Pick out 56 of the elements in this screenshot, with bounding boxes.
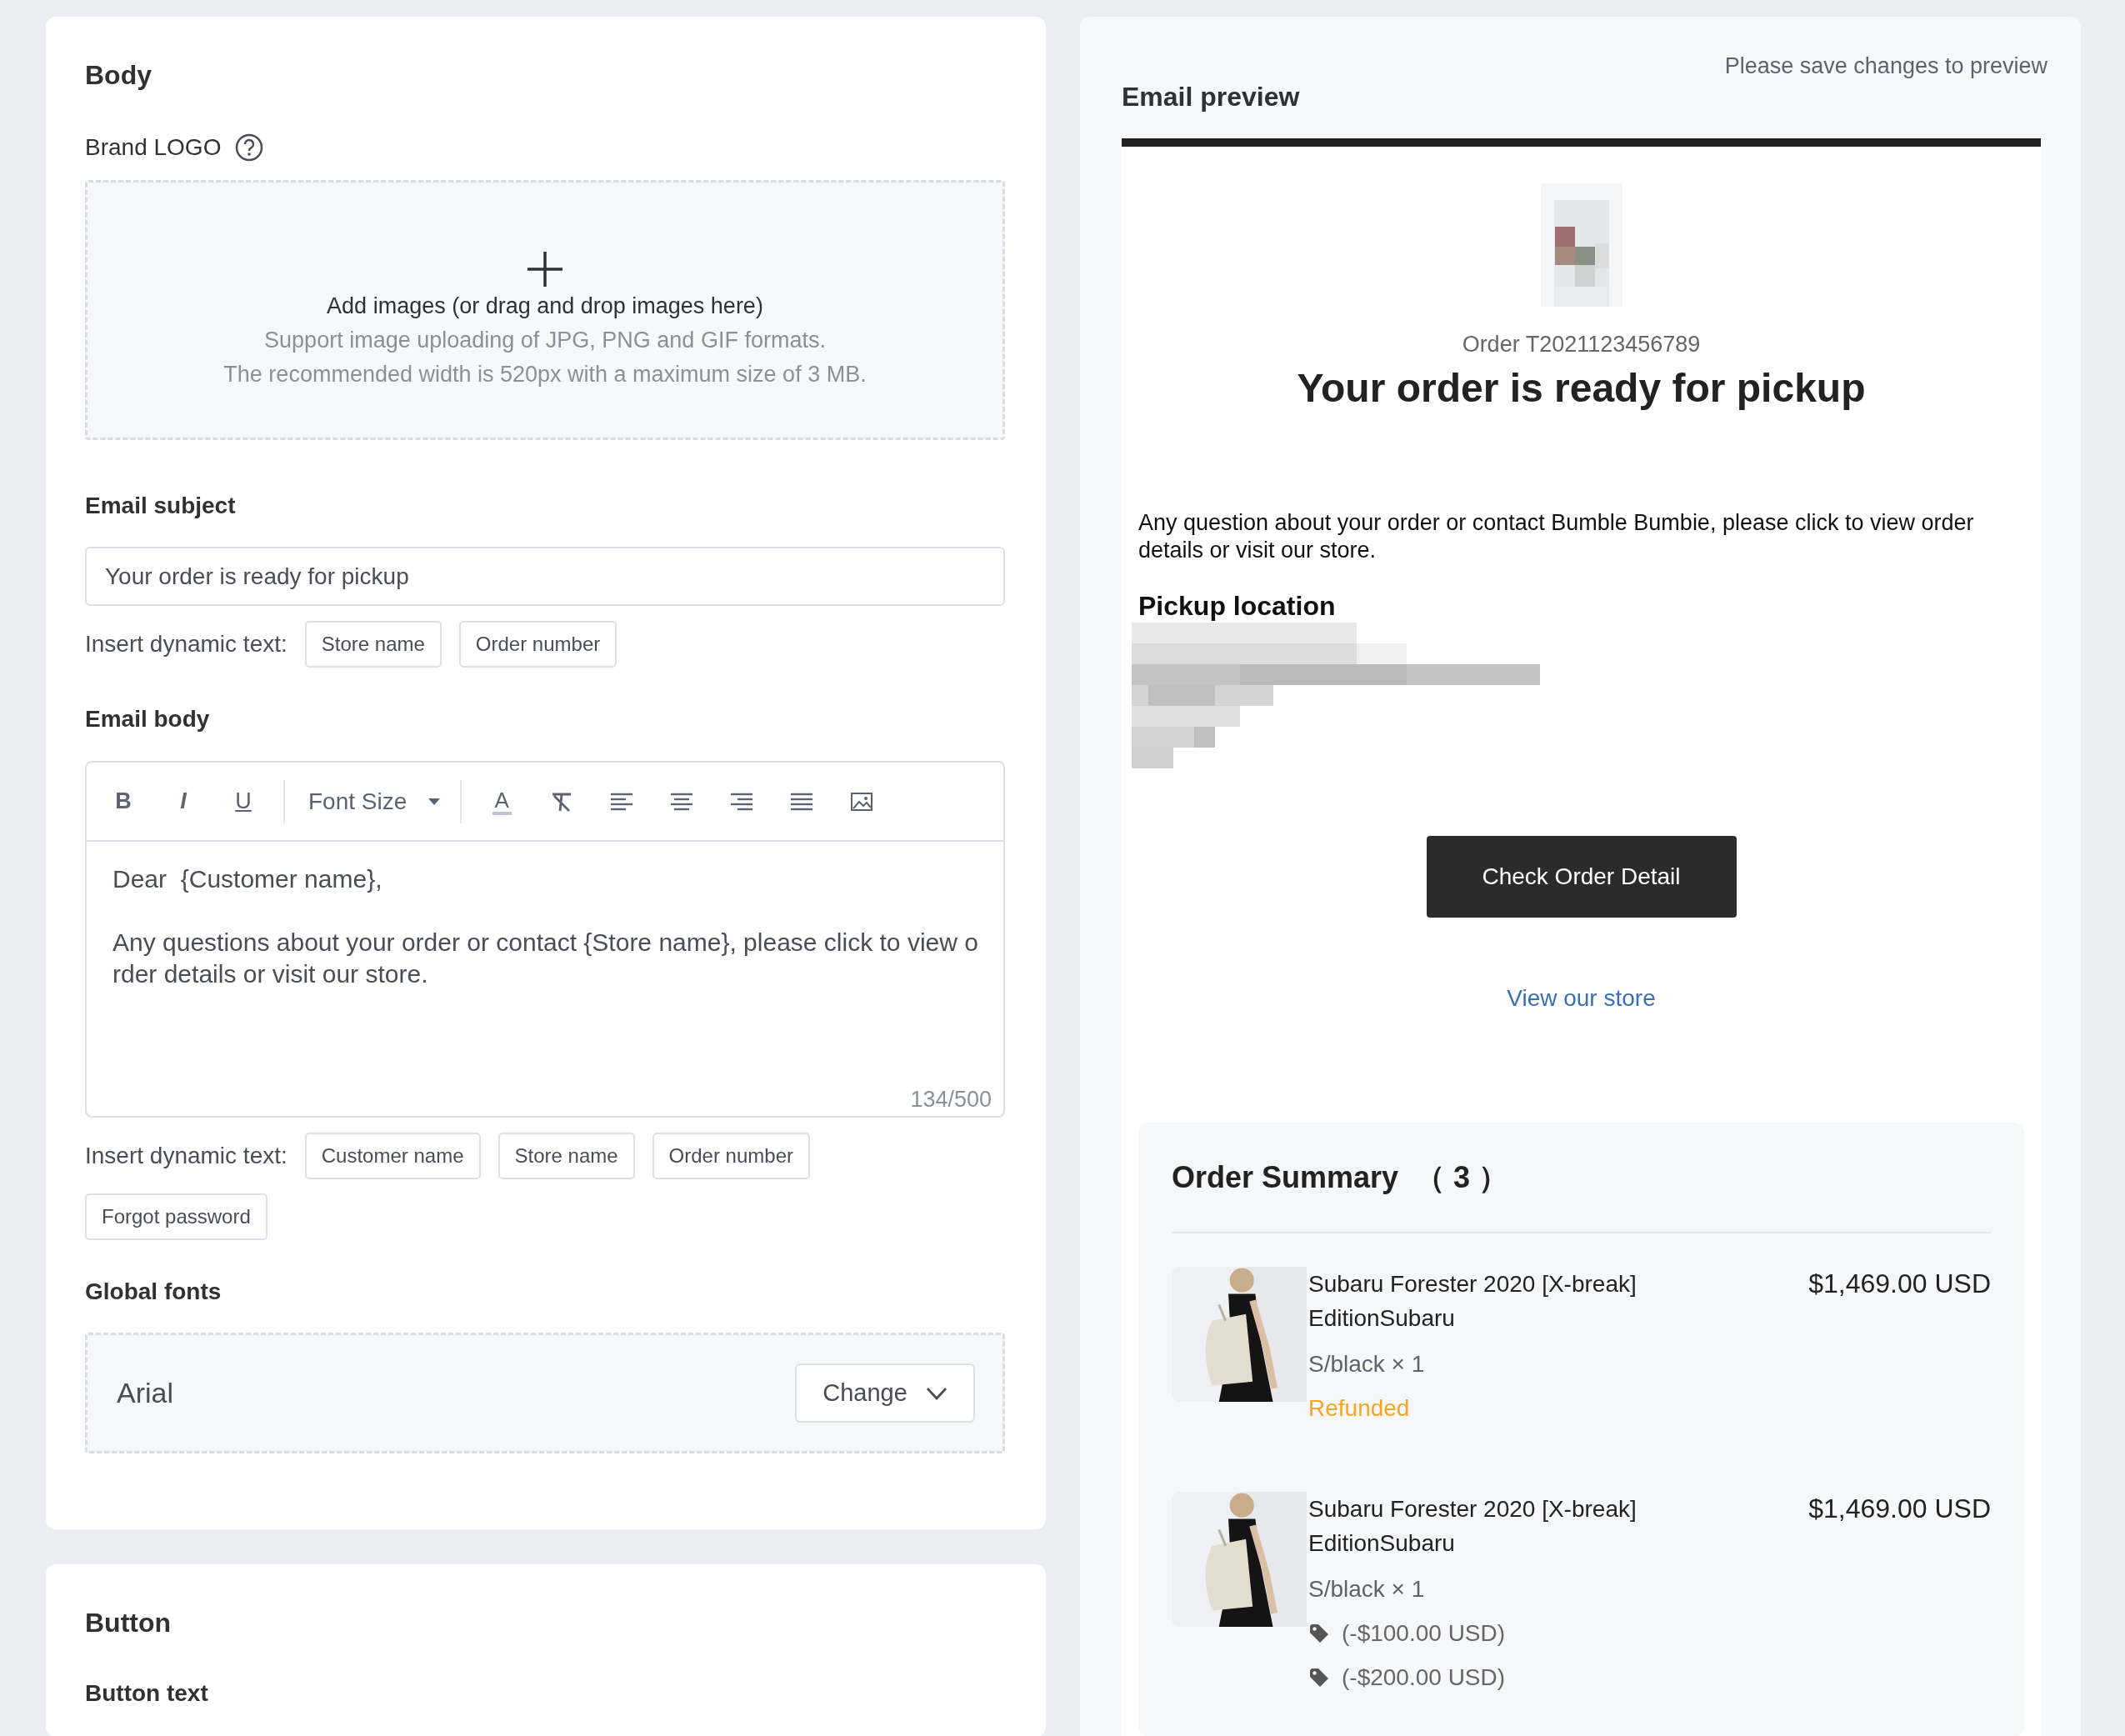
help-icon[interactable] bbox=[234, 133, 265, 163]
section-title: Body bbox=[85, 59, 152, 92]
dynamic-text-button[interactable]: Store name bbox=[304, 621, 442, 668]
dynamic-text-button[interactable]: Order number bbox=[652, 1133, 810, 1179]
rich-text-editor[interactable]: B I U Font Size A Dear {Customer name}, Any questions about your order or contact {Store name}, please click to view order details or visit our store. 134/500 bbox=[85, 761, 1005, 1118]
image-upload-area[interactable]: Add images (or drag and drop images here) Support image uploading of JPG, PNG and GIF formats. The recommended width is 520px with a maximum size of 3 MB. bbox=[85, 180, 1005, 440]
summary-title: Order Summary bbox=[1172, 1159, 1399, 1196]
order-number: Order T2021123456789 bbox=[1462, 331, 1701, 358]
font-size-dropdown[interactable]: Font Size bbox=[295, 780, 451, 823]
field-label: Email subject bbox=[85, 492, 237, 520]
body-text: Any questions about your order or contact {Store name}, please click to view order details or visit our store. bbox=[112, 928, 979, 989]
field-label: Brand LOGO bbox=[85, 133, 222, 162]
upload-hint: Support image uploading of JPG, PNG and GIF formats. bbox=[264, 326, 826, 354]
underline-button[interactable]: U bbox=[213, 780, 273, 823]
dynamic-text-button[interactable]: Forgot password bbox=[85, 1193, 268, 1240]
italic-button[interactable]: I bbox=[153, 780, 213, 823]
font-name: Arial bbox=[117, 1377, 174, 1409]
product-price: $1,469.00 USD bbox=[1808, 1268, 1991, 1300]
dynamic-text-button[interactable]: Store name bbox=[498, 1133, 635, 1179]
product-variant: S/black × 1 bbox=[1308, 1575, 1426, 1603]
image-icon[interactable] bbox=[849, 790, 875, 813]
email-message: Any question about your order or contact Bumble Bumbie, please click to view order details or visit our store. bbox=[1138, 509, 1975, 564]
caret-icon bbox=[428, 798, 441, 805]
change-button[interactable]: Change bbox=[795, 1363, 975, 1423]
discount-amount: (-$100.00 USD) bbox=[1342, 1619, 1506, 1648]
subject-input[interactable]: Your order is ready for pickup bbox=[85, 547, 1005, 606]
upload-prompt: Add images (or drag and drop images here) bbox=[327, 292, 763, 320]
pickup-title: Pickup location bbox=[1138, 590, 1337, 623]
field-label: Button text bbox=[85, 1679, 209, 1708]
insert-label: Insert dynamic text: bbox=[85, 1142, 288, 1170]
product-variant: S/black × 1 bbox=[1308, 1350, 1426, 1378]
insert-label: Insert dynamic text: bbox=[85, 630, 288, 658]
text-color-button[interactable]: A bbox=[472, 780, 532, 823]
field-label: Email body bbox=[85, 705, 211, 733]
tag-icon bbox=[1308, 1667, 1330, 1688]
body-text: Dear {Customer name}, bbox=[112, 864, 383, 894]
refund-status: Refunded bbox=[1308, 1394, 1411, 1423]
product-price: $1,469.00 USD bbox=[1808, 1493, 1991, 1525]
check-order-button[interactable]: Check Order Detail bbox=[1426, 836, 1737, 918]
upload-hint: The recommended width is 520px with a maximum size of 3 MB. bbox=[223, 360, 867, 388]
character-counter: 134/500 bbox=[910, 1087, 992, 1113]
dynamic-text-button[interactable]: Customer name bbox=[304, 1133, 481, 1179]
product-name: Subaru Forester 2020 [X-break] EditionSubaru bbox=[1308, 1270, 1638, 1333]
section-title: Button bbox=[85, 1607, 172, 1639]
section-title: Email preview bbox=[1122, 81, 1301, 113]
field-label: Global fonts bbox=[85, 1278, 222, 1306]
preview-notice: Please save changes to preview bbox=[1724, 53, 2048, 80]
product-name: Subaru Forester 2020 [X-break] EditionSubaru bbox=[1308, 1495, 1638, 1558]
dynamic-text-button[interactable]: Order number bbox=[458, 621, 618, 668]
store-link[interactable]: View our store bbox=[1507, 984, 1656, 1013]
email-heading: Your order is ready for pickup bbox=[1297, 365, 1866, 412]
item-count: （ 3 ） bbox=[1415, 1159, 1509, 1196]
discount-amount: (-$200.00 USD) bbox=[1342, 1663, 1506, 1692]
bold-button[interactable]: B bbox=[93, 780, 153, 823]
chevron-down-icon bbox=[925, 1386, 948, 1400]
tag-icon bbox=[1308, 1623, 1330, 1644]
